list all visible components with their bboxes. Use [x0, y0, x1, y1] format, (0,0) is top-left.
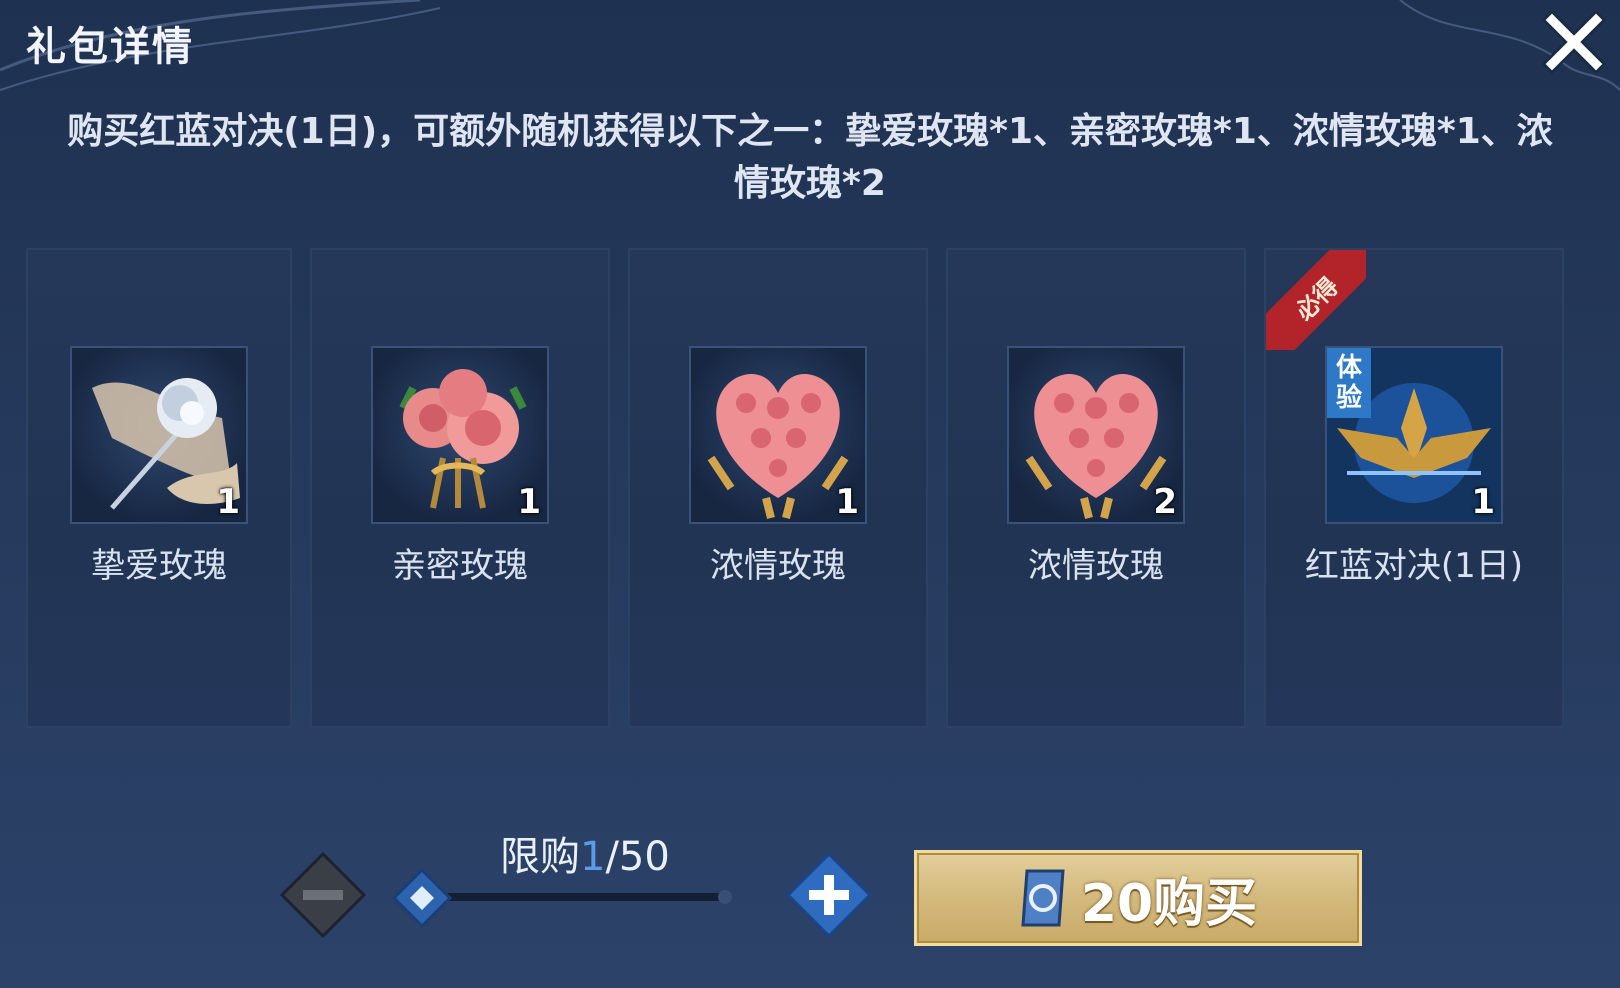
guaranteed-badge-label: 必得 — [1266, 250, 1366, 350]
item-quantity: 1 — [835, 482, 859, 522]
quantity-slider-track[interactable] — [430, 893, 730, 901]
item-name: 红蓝对决(1日) — [1304, 546, 1524, 586]
minus-icon — [279, 851, 367, 939]
buy-button-label: 20购买 — [1080, 873, 1258, 934]
quantity-slider-end — [718, 890, 732, 904]
trial-tag: 体 验 — [1327, 348, 1371, 418]
item-card[interactable]: 2 浓情玫瑰 — [946, 248, 1246, 728]
item-icon-box: 1 — [70, 346, 248, 524]
close-icon — [1542, 10, 1606, 74]
diamond-icon — [391, 867, 453, 929]
trial-tag-char: 验 — [1335, 383, 1362, 413]
item-icon-box: 体 验 1 — [1325, 346, 1503, 524]
item-name: 亲密玫瑰 — [392, 546, 528, 586]
purchase-limit-max: /50 — [605, 834, 670, 880]
item-quantity: 1 — [1471, 482, 1495, 522]
decorative-swirl — [0, 0, 1620, 91]
quantity-slider-thumb[interactable] — [391, 867, 453, 929]
page-title: 礼包详情 — [26, 24, 194, 70]
gift-description: 购买红蓝对决(1日)，可额外随机获得以下之一：挚爱玫瑰*1、亲密玫瑰*1、浓情玫… — [67, 111, 1553, 204]
item-icon-box: 1 — [689, 346, 867, 524]
item-icon-box: 2 — [1007, 346, 1185, 524]
guaranteed-badge: 必得 — [1266, 250, 1366, 350]
item-name: 挚爱玫瑰 — [91, 546, 227, 586]
item-card[interactable]: 1 亲密玫瑰 — [310, 248, 610, 728]
item-name: 浓情玫瑰 — [1028, 546, 1164, 586]
item-card[interactable]: 1 挚爱玫瑰 — [26, 248, 292, 728]
plus-icon — [785, 851, 873, 939]
item-quantity: 1 — [216, 482, 240, 522]
purchase-limit-prefix: 限购 — [500, 834, 580, 880]
item-card[interactable]: 必得 体 验 1 红蓝对决(1日) — [1264, 248, 1564, 728]
item-name: 浓情玫瑰 — [710, 546, 846, 586]
buy-button[interactable]: 20购买 — [914, 850, 1362, 946]
item-quantity: 1 — [517, 482, 541, 522]
purchase-limit: 限购1/50 — [500, 824, 670, 882]
decrease-quantity-button[interactable] — [278, 850, 368, 940]
coupon-icon — [1021, 869, 1065, 927]
item-icon-box: 1 — [371, 346, 549, 524]
item-quantity: 2 — [1153, 482, 1177, 522]
item-card[interactable]: 1 浓情玫瑰 — [628, 248, 928, 728]
purchase-limit-current: 1 — [580, 834, 606, 880]
trial-tag-char: 体 — [1335, 353, 1362, 383]
item-list: 1 挚爱玫瑰 1 亲密玫瑰 1 浓情玫瑰 2 浓情玫瑰 必得 体 验 1 红蓝对… — [26, 248, 1620, 730]
close-button[interactable] — [1542, 10, 1606, 74]
increase-quantity-button[interactable] — [784, 850, 874, 940]
